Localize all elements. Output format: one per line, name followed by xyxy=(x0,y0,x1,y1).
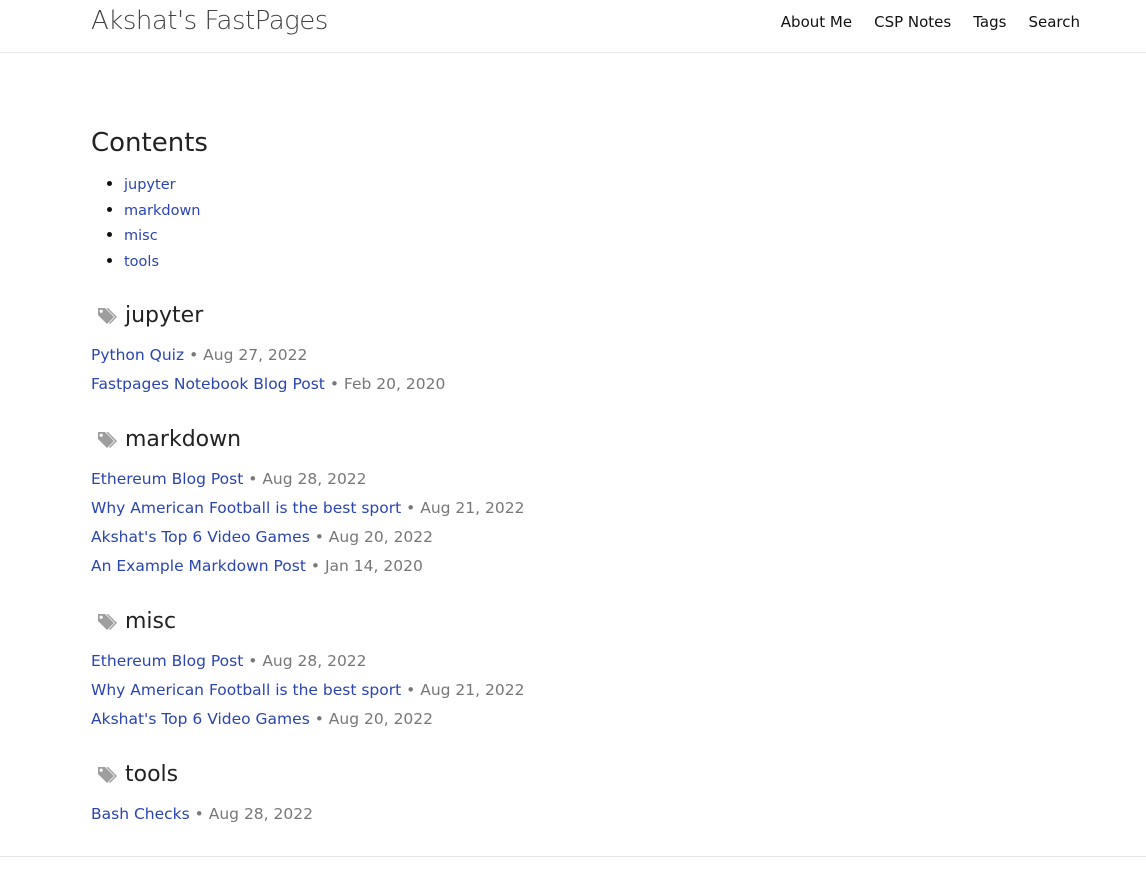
post-separator: • xyxy=(406,680,416,699)
post-row: Akshat's Top 6 Video Games • Aug 20, 202… xyxy=(91,523,1051,552)
tag-name: misc xyxy=(125,609,177,635)
post-date: Aug 20, 2022 xyxy=(328,709,434,728)
footer-divider xyxy=(0,856,1146,857)
nav-search[interactable]: Search xyxy=(1028,13,1080,31)
post-separator: • xyxy=(329,374,339,393)
post-link[interactable]: Why American Football is the best sport xyxy=(91,499,401,517)
post-link[interactable]: Python Quiz xyxy=(91,346,184,364)
post-date: Feb 20, 2020 xyxy=(343,374,446,393)
contents-item: jupyter xyxy=(124,172,1051,198)
post-separator: • xyxy=(189,345,199,364)
post-separator: • xyxy=(248,651,258,670)
post-row: Python Quiz • Aug 27, 2022 xyxy=(91,341,1051,370)
contents-item: tools xyxy=(124,249,1051,275)
post-link[interactable]: Akshat's Top 6 Video Games xyxy=(91,528,310,546)
post-date: Aug 28, 2022 xyxy=(262,651,367,670)
post-row: Akshat's Top 6 Video Games • Aug 20, 202… xyxy=(91,705,1051,734)
post-separator: • xyxy=(310,556,321,575)
contents-link-jupyter[interactable]: jupyter xyxy=(124,177,176,193)
post-separator: • xyxy=(248,469,258,488)
post-date: Aug 27, 2022 xyxy=(203,345,308,364)
contents-link-tools[interactable]: tools xyxy=(124,254,159,270)
post-link[interactable]: Ethereum Blog Post xyxy=(91,470,243,488)
tags-icon xyxy=(96,429,122,451)
post-link[interactable]: Akshat's Top 6 Video Games xyxy=(91,710,310,728)
tag-heading: jupyter xyxy=(91,301,1051,331)
post-row: Ethereum Blog Post • Aug 28, 2022 xyxy=(91,465,1051,494)
post-row: An Example Markdown Post • Jan 14, 2020 xyxy=(91,552,1051,581)
contents-link-misc[interactable]: misc xyxy=(124,228,158,244)
post-link[interactable]: Why American Football is the best sport xyxy=(91,681,401,699)
post-date: Aug 21, 2022 xyxy=(420,498,525,517)
post-link[interactable]: An Example Markdown Post xyxy=(91,557,306,575)
tags-icon xyxy=(96,611,122,633)
post-separator: • xyxy=(406,498,416,517)
tags-icon xyxy=(96,305,122,327)
post-date: Aug 21, 2022 xyxy=(420,680,525,699)
site-nav: About Me CSP Notes Tags Search xyxy=(759,13,1080,31)
post-date: Jan 14, 2020 xyxy=(324,556,423,575)
tag-name: markdown xyxy=(125,427,242,453)
tag-name: jupyter xyxy=(125,303,204,329)
post-separator: • xyxy=(314,709,324,728)
post-row: Why American Football is the best sport … xyxy=(91,494,1051,523)
site-header: Akshat's FastPages About Me CSP Notes Ta… xyxy=(0,0,1146,53)
contents-item: markdown xyxy=(124,198,1051,224)
contents-title: Contents xyxy=(91,128,208,158)
post-row: Why American Football is the best sport … xyxy=(91,676,1051,705)
tag-section-jupyter: jupyter Python Quiz • Aug 27, 2022 Fastpag… xyxy=(91,301,1051,399)
tag-sections: jupyter Python Quiz • Aug 27, 2022 Fastpag… xyxy=(91,301,1051,829)
post-row: Fastpages Notebook Blog Post • Feb 20, 2… xyxy=(91,370,1051,399)
tag-heading: markdown xyxy=(91,425,1051,455)
tags-icon xyxy=(96,764,122,786)
nav-about-me[interactable]: About Me xyxy=(781,13,852,31)
tags-page: Contents jupyter markdown misc tools jup… xyxy=(91,126,1051,855)
tag-section-tools: tools Bash Checks • Aug 28, 2022 xyxy=(91,760,1051,829)
tag-heading: misc xyxy=(91,607,1051,637)
post-link[interactable]: Bash Checks xyxy=(91,805,190,823)
post-separator: • xyxy=(194,804,204,823)
tag-name: tools xyxy=(125,762,179,788)
post-separator: • xyxy=(314,527,324,546)
contents-link-markdown[interactable]: markdown xyxy=(124,203,201,219)
post-date: Aug 28, 2022 xyxy=(208,804,313,823)
tag-heading: tools xyxy=(91,760,1051,790)
post-link[interactable]: Fastpages Notebook Blog Post xyxy=(91,375,325,393)
contents-list: jupyter markdown misc tools xyxy=(91,172,1051,275)
nav-csp-notes[interactable]: CSP Notes xyxy=(874,13,951,31)
post-date: Aug 20, 2022 xyxy=(328,527,434,546)
tag-section-markdown: markdown Ethereum Blog Post • Aug 28, 202… xyxy=(91,425,1051,581)
nav-tags[interactable]: Tags xyxy=(973,13,1006,31)
site-title-link[interactable]: Akshat's FastPages xyxy=(91,6,328,36)
tag-section-misc: misc Ethereum Blog Post • Aug 28, 2022 Why… xyxy=(91,607,1051,734)
post-date: Aug 28, 2022 xyxy=(262,469,367,488)
post-link[interactable]: Ethereum Blog Post xyxy=(91,652,243,670)
post-row: Ethereum Blog Post • Aug 28, 2022 xyxy=(91,647,1051,676)
contents-item: misc xyxy=(124,223,1051,249)
post-row: Bash Checks • Aug 28, 2022 xyxy=(91,800,1051,829)
